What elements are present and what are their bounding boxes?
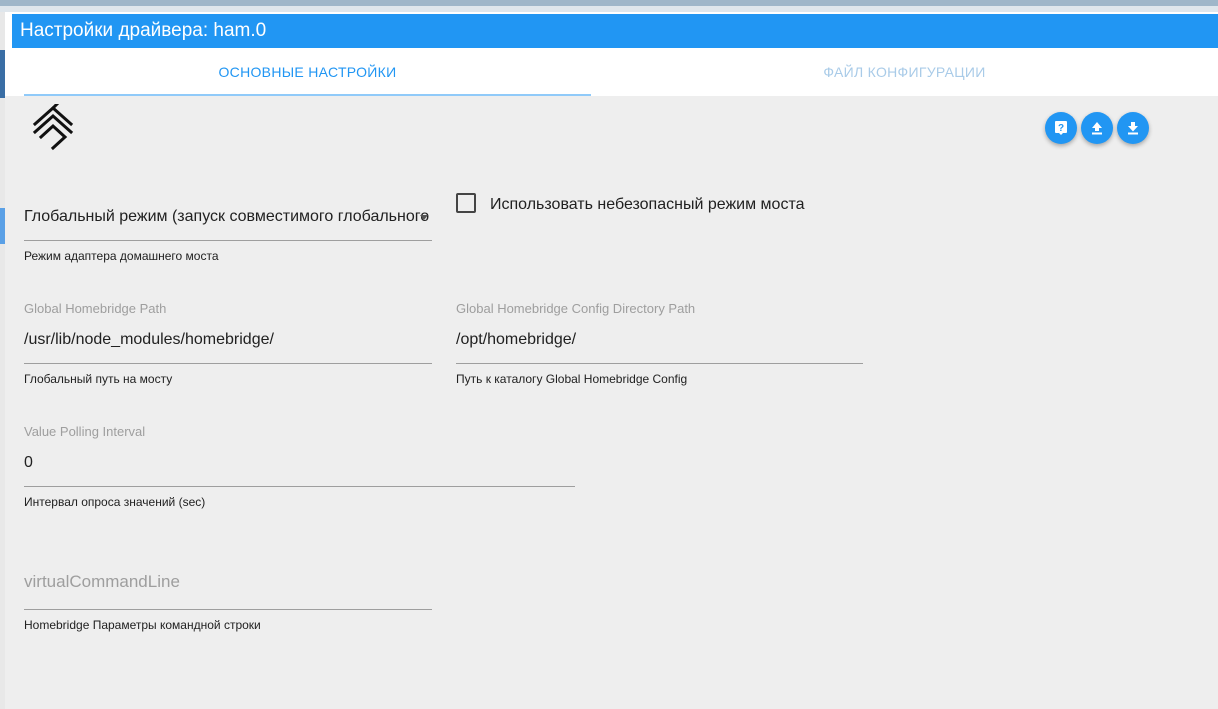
svg-text:?: ?: [1058, 123, 1064, 134]
background-edge-accent: [0, 50, 5, 98]
polling-interval-label: Value Polling Interval: [24, 424, 146, 439]
window-top-strip-secondary: [0, 6, 1218, 12]
global-path-input[interactable]: /usr/lib/node_modules/homebridge/: [24, 331, 432, 349]
bridge-mode-helper: Режим адаптера домашнего моста: [24, 249, 219, 263]
tab-config-file[interactable]: ФАЙЛ КОНФИГУРАЦИИ: [591, 48, 1218, 96]
command-line-underline: [24, 609, 432, 610]
global-path-helper: Глобальный путь на мосту: [24, 372, 173, 386]
download-button[interactable]: [1117, 112, 1149, 144]
upload-button[interactable]: [1081, 112, 1113, 144]
config-path-underline: [456, 363, 863, 364]
tab-main-settings[interactable]: ОСНОВНЫЕ НАСТРОЙКИ: [24, 48, 591, 96]
config-path-helper: Путь к каталогу Global Homebridge Config: [456, 372, 688, 386]
config-path-label: Global Homebridge Config Directory Path: [456, 301, 696, 316]
upload-icon: [1092, 122, 1102, 135]
command-line-input[interactable]: virtualCommandLine: [24, 572, 180, 592]
tab-bar: ОСНОВНЫЕ НАСТРОЙКИ ФАЙЛ КОНФИГУРАЦИИ: [24, 48, 1218, 96]
insecure-mode-checkbox[interactable]: [456, 193, 476, 213]
command-line-helper: Homebridge Параметры командной строки: [24, 618, 261, 632]
dialog-title: Настройки драйвера: ham.0: [12, 14, 1218, 48]
bridge-mode-underline: [24, 240, 432, 241]
config-path-input[interactable]: /opt/homebridge/: [456, 331, 863, 349]
polling-interval-underline: [24, 486, 575, 487]
insecure-mode-label[interactable]: Использовать небезопасный режим моста: [490, 196, 804, 214]
help-icon: ?: [1055, 121, 1067, 135]
polling-interval-input[interactable]: 0: [24, 454, 575, 472]
global-path-label: Global Homebridge Path: [24, 301, 167, 316]
help-button[interactable]: ?: [1045, 112, 1077, 144]
polling-interval-helper: Интервал опроса значений (sec): [24, 495, 206, 509]
settings-panel: ? Глобальный режим (запуск совместимого …: [5, 96, 1218, 709]
bridge-mode-value: Глобальный режим (запуск совместимого гл…: [24, 208, 430, 225]
global-path-underline: [24, 363, 432, 364]
download-icon: [1128, 122, 1138, 135]
chevron-down-icon: [420, 215, 428, 220]
homebridge-logo-icon: [32, 104, 74, 151]
